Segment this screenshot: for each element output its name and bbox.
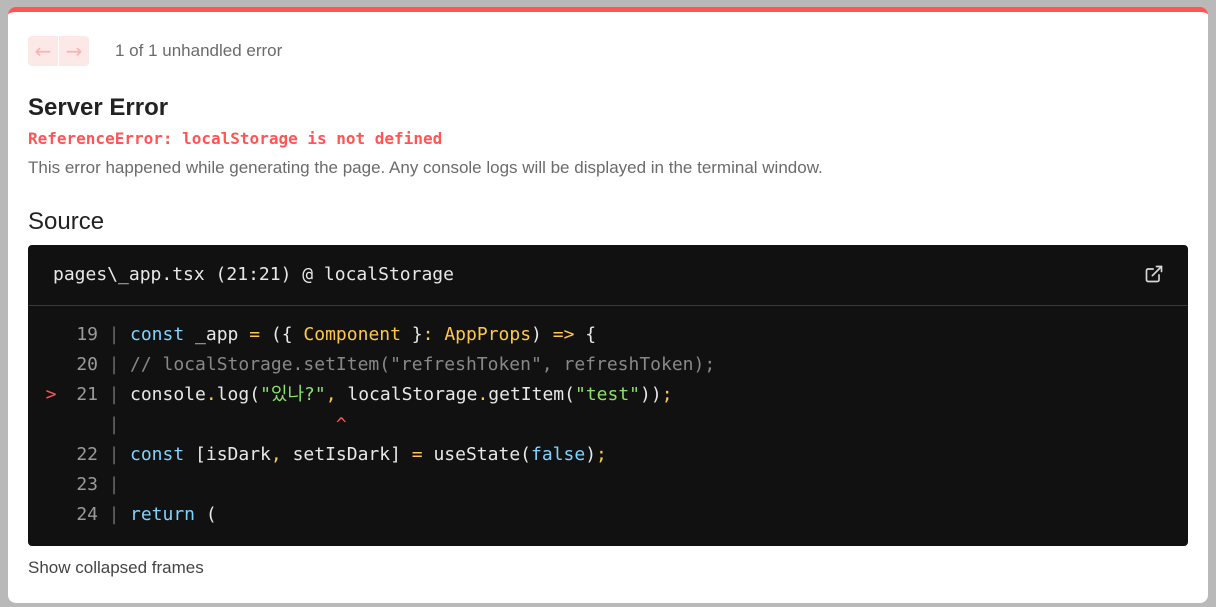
code-line-highlighted: > 21 | console.log("있나?", localStorage.g…	[28, 380, 1188, 410]
error-count: 1 of 1 unhandled error	[115, 41, 283, 60]
code-text: // localStorage.setItem("refreshToken", …	[130, 354, 716, 375]
code-frame: pages\_app.tsx (21:21) @ localStorage 19…	[28, 245, 1188, 546]
error-overlay-dialog: ← → 1 of 1 unhandled error Server Error …	[8, 7, 1208, 603]
code-frame-header: pages\_app.tsx (21:21) @ localStorage	[28, 245, 1188, 306]
source-heading: Source	[28, 208, 105, 235]
line-number: 24	[76, 504, 98, 525]
line-number: 21	[76, 384, 98, 405]
code-text: console.log("있나?", localStorage.getItem(…	[130, 384, 673, 405]
code-line: 22 | const [isDark, setIsDark] = useStat…	[28, 440, 1188, 470]
error-description: This error happened while generating the…	[28, 158, 823, 177]
code-line: 23 |	[28, 470, 1188, 500]
code-line: 20 | // localStorage.setItem("refreshTok…	[28, 350, 1188, 380]
code-text: const [isDark, setIsDark] = useState(fal…	[130, 444, 607, 465]
error-line-marker: >	[45, 384, 57, 405]
code-line-caret: | ^	[28, 410, 1188, 440]
code-line: 24 | return (	[28, 500, 1188, 530]
line-number: 22	[76, 444, 98, 465]
line-number: 20	[76, 354, 98, 375]
code-line: 19 | const _app = ({ Component }: AppPro…	[28, 320, 1188, 350]
code-text: const _app = ({ Component }: AppProps) =…	[130, 324, 597, 345]
external-link-icon[interactable]	[1144, 264, 1164, 284]
error-caret: ^	[335, 414, 347, 435]
arrow-left-icon: ←	[34, 39, 52, 63]
line-number: 23	[76, 474, 98, 495]
error-message: ReferenceError: localStorage is not defi…	[28, 129, 443, 148]
line-number: 19	[76, 324, 98, 345]
code-lines: 19 | const _app = ({ Component }: AppPro…	[28, 306, 1188, 530]
show-collapsed-frames-button[interactable]: Show collapsed frames	[28, 558, 204, 578]
file-location-link[interactable]: pages\_app.tsx (21:21) @ localStorage	[53, 264, 454, 285]
page-title: Server Error	[28, 94, 169, 121]
prev-error-button[interactable]: ←	[28, 36, 58, 66]
code-text: return (	[130, 504, 217, 525]
arrow-right-icon: →	[65, 39, 83, 63]
error-pagination: ← → 1 of 1 unhandled error	[28, 36, 282, 66]
next-error-button[interactable]: →	[59, 36, 89, 66]
